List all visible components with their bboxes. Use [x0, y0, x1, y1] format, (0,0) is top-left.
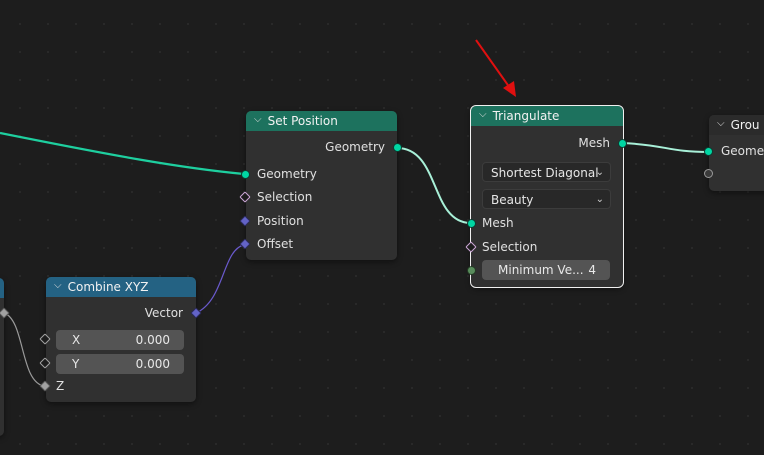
triangulate-input-mesh-socket[interactable]	[467, 219, 476, 228]
group-output-geometry-label: Geomet	[721, 144, 764, 158]
set-position-input-offset-label: Offset	[257, 237, 294, 251]
chevron-down-icon: ⌄	[595, 167, 604, 178]
ngon-method-value: Beauty	[491, 193, 534, 207]
partial-left-node[interactable]	[0, 278, 4, 436]
triangulate-title: Triangulate	[492, 109, 560, 123]
triangulate-output-mesh-label: Mesh	[578, 136, 610, 150]
combine-x-field[interactable]: X 0.000	[56, 330, 184, 350]
quad-method-value: Shortest Diagonal	[491, 166, 599, 180]
chevron-down-icon[interactable]: ⌵	[717, 115, 725, 134]
chevron-down-icon[interactable]: ⌵	[54, 277, 62, 296]
combine-y-field[interactable]: Y 0.000	[56, 354, 184, 374]
minimum-vertices-value: 4	[588, 263, 596, 277]
combine-xyz-title: Combine XYZ	[67, 280, 149, 294]
triangulate-input-min-vertices-socket[interactable]	[467, 266, 476, 275]
ngon-method-dropdown[interactable]: Beauty ⌄	[482, 189, 611, 209]
set-position-output-geometry-label: Geometry	[325, 140, 385, 154]
set-position-header[interactable]: ⌵ Set Position	[246, 111, 397, 131]
minimum-vertices-label: Minimum Ve...	[498, 263, 584, 277]
link-left-node-to-z[interactable]	[3, 312, 45, 387]
red-arrow-annotation	[475, 39, 516, 97]
chevron-down-icon: ⌄	[595, 194, 604, 205]
group-output-header[interactable]: ⌵ Grou	[709, 115, 764, 135]
combine-x-label: X	[72, 333, 81, 347]
link-combine-to-setpos-offset[interactable]	[195, 244, 245, 314]
set-position-input-geometry-label: Geometry	[257, 167, 317, 181]
combine-xyz-header[interactable]: ⌵ Combine XYZ	[46, 277, 196, 297]
minimum-vertices-field[interactable]: Minimum Ve... 4	[482, 260, 610, 280]
set-position-input-selection-label: Selection	[257, 190, 313, 204]
group-output-node[interactable]: ⌵ Grou Geomet	[709, 115, 764, 191]
set-position-node[interactable]: ⌵ Set Position Geometry Geometry Selecti…	[246, 111, 397, 260]
partial-left-node-header	[0, 278, 4, 298]
combine-x-value: 0.000	[135, 333, 170, 347]
quad-method-dropdown[interactable]: Shortest Diagonal ⌄	[482, 162, 611, 182]
set-position-input-geometry-socket[interactable]	[241, 170, 250, 179]
set-position-output-geometry-socket[interactable]	[393, 143, 402, 152]
triangulate-header[interactable]: ⌵ Triangulate	[471, 106, 623, 126]
set-position-input-position-label: Position	[257, 214, 304, 228]
group-output-empty-socket[interactable]	[704, 169, 713, 178]
set-position-title: Set Position	[267, 114, 338, 128]
triangulate-output-mesh-socket[interactable]	[618, 139, 627, 148]
triangulate-input-selection-label: Selection	[482, 240, 538, 254]
triangulate-input-mesh-label: Mesh	[482, 216, 514, 230]
chevron-down-icon[interactable]: ⌵	[479, 106, 487, 125]
link-input-to-setpos-geometry[interactable]	[0, 131, 245, 176]
combine-xyz-node[interactable]: ⌵ Combine XYZ Vector X 0.000 Y 0.000 Z	[46, 277, 196, 402]
group-output-geometry-socket[interactable]	[704, 147, 713, 156]
link-setpos-to-triangulate[interactable]	[396, 147, 471, 224]
chevron-down-icon[interactable]: ⌵	[254, 111, 262, 130]
combine-y-label: Y	[72, 357, 80, 371]
group-output-title: Grou	[730, 118, 760, 132]
combine-y-value: 0.000	[135, 357, 170, 371]
link-triangulate-to-group-output[interactable]	[622, 142, 709, 153]
combine-z-label: Z	[56, 379, 65, 393]
combine-xyz-output-vector-label: Vector	[144, 306, 183, 320]
triangulate-node[interactable]: ⌵ Triangulate Mesh Shortest Diagonal ⌄ B…	[470, 105, 624, 288]
